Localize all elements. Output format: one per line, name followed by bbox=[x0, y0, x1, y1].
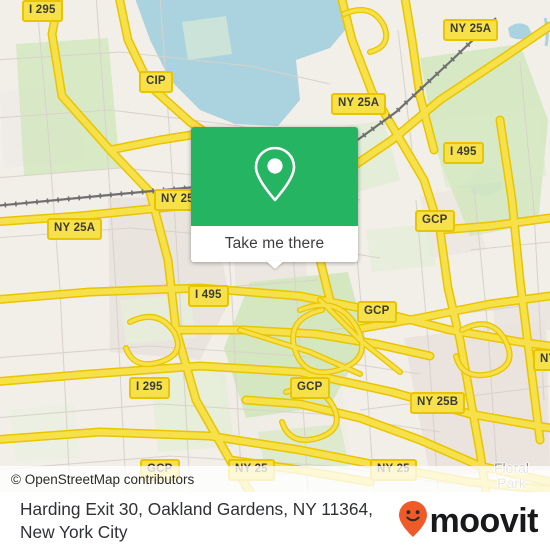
moovit-wordmark: moovit bbox=[429, 502, 539, 540]
road-shield: GCP bbox=[290, 377, 330, 399]
map-attribution-bar: © OpenStreetMap contributors bbox=[0, 466, 550, 492]
road-shield: I 295 bbox=[129, 377, 170, 399]
location-popup-card[interactable]: Take me there bbox=[191, 127, 358, 269]
road-shield: I 295 bbox=[22, 0, 63, 22]
app-screen: I 295 CIP NY 25A NY 25A I 495 NY 25A NY … bbox=[0, 0, 550, 550]
road-shield: I 495 bbox=[188, 285, 229, 307]
map-canvas[interactable]: I 295 CIP NY 25A NY 25A I 495 NY 25A NY … bbox=[0, 0, 550, 492]
road-shield: CIP bbox=[139, 71, 173, 93]
moovit-smiley-pin-icon bbox=[398, 500, 428, 543]
road-shield: NY 25A bbox=[331, 93, 387, 115]
take-me-there-label: Take me there bbox=[224, 235, 325, 252]
moovit-logo[interactable]: moovit bbox=[398, 500, 539, 543]
popup-card-action[interactable]: Take me there bbox=[191, 226, 358, 269]
address-text: Harding Exit 30, Oakland Gardens, NY 113… bbox=[20, 499, 373, 542]
osm-attribution-text[interactable]: © OpenStreetMap contributors bbox=[0, 472, 194, 487]
footer-bar: Harding Exit 30, Oakland Gardens, NY 113… bbox=[0, 492, 550, 550]
road-shield: NY 25A bbox=[47, 218, 103, 240]
road-shield: GCP bbox=[415, 210, 455, 232]
popup-pointer-tail bbox=[265, 261, 284, 269]
road-shield: GCP bbox=[357, 301, 397, 323]
road-shield: NY 25A bbox=[443, 19, 499, 41]
road-shield: NY 25B bbox=[410, 392, 466, 414]
map-pin-icon bbox=[252, 145, 298, 208]
road-shield: I 495 bbox=[443, 142, 484, 164]
popup-card-header bbox=[191, 127, 358, 226]
road-shield: NY bbox=[533, 349, 550, 371]
